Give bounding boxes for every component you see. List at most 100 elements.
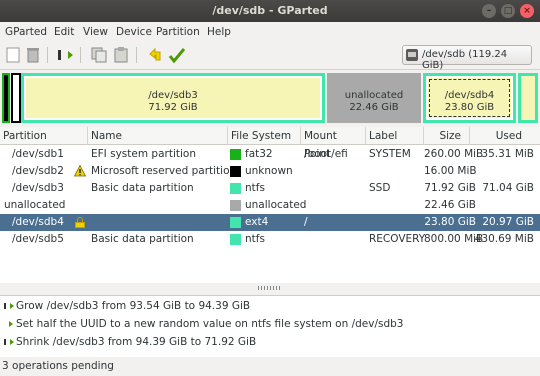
undo-icon[interactable] bbox=[146, 46, 164, 64]
menu-edit[interactable]: Edit bbox=[54, 26, 74, 38]
cell-name: Basic data partition bbox=[91, 233, 194, 245]
cell-partition: /dev/sdb2 bbox=[12, 165, 64, 177]
title-bar: /dev/sdb - GParted – □ × bbox=[0, 0, 540, 22]
device-name: /dev/sdb bbox=[422, 49, 466, 60]
cell-size: 23.80 GiB bbox=[424, 216, 476, 228]
fs-color-swatch bbox=[230, 217, 241, 228]
partition-table: Partition Name File System Mount Point L… bbox=[0, 127, 540, 283]
partition-block-sdb2[interactable] bbox=[11, 73, 21, 123]
cell-size: 800.00 MiB bbox=[424, 233, 484, 245]
partition-block-unallocated[interactable]: unallocated 22.46 GiB bbox=[327, 73, 421, 123]
maximize-button[interactable]: □ bbox=[501, 4, 515, 18]
fs-color-swatch bbox=[230, 234, 241, 245]
menu-device[interactable]: Device bbox=[116, 26, 152, 38]
column-header-used[interactable]: Used bbox=[470, 127, 540, 145]
partition-block-name: unallocated bbox=[344, 90, 404, 101]
cell-name: Microsoft reserved partition bbox=[91, 165, 237, 177]
cell-filesystem: ext4 bbox=[245, 216, 269, 228]
menu-gparted[interactable]: GParted bbox=[5, 26, 47, 38]
new-partition-icon[interactable] bbox=[4, 46, 22, 64]
resize-move-icon bbox=[4, 303, 14, 309]
cell-partition: /dev/sdb3 bbox=[12, 182, 64, 194]
warning-icon bbox=[74, 165, 86, 177]
cell-mountpoint: /boot/efi bbox=[304, 148, 348, 160]
resize-move-icon bbox=[4, 339, 14, 345]
cell-used bbox=[470, 197, 534, 214]
operation-text: Grow /dev/sdb3 from 93.54 GiB to 94.39 G… bbox=[16, 300, 251, 312]
cell-filesystem: unknown bbox=[245, 165, 293, 177]
partition-block-sdb5[interactable] bbox=[518, 73, 538, 123]
drive-icon bbox=[406, 49, 418, 61]
table-header: Partition Name File System Mount Point L… bbox=[0, 127, 540, 160]
device-selector[interactable]: /dev/sdb (119.24 GiB) bbox=[402, 45, 532, 71]
cell-filesystem: fat32 bbox=[245, 148, 273, 160]
partition-block-sdb3[interactable]: /dev/sdb3 71.92 GiB bbox=[21, 73, 325, 123]
apply-icon[interactable] bbox=[168, 46, 186, 64]
divider-grip[interactable] bbox=[258, 286, 282, 290]
pane-divider[interactable] bbox=[0, 283, 540, 293]
cell-partition: /dev/sdb4 bbox=[12, 216, 64, 228]
partition-block-name: /dev/sdb4 bbox=[444, 90, 495, 101]
column-header-filesystem[interactable]: File System bbox=[228, 127, 301, 145]
cell-used: 35.31 MiB bbox=[481, 148, 534, 160]
cell-name: EFI system partition bbox=[91, 148, 196, 160]
table-row[interactable]: /dev/sdb5 Basic data partition ntfs RECO… bbox=[0, 231, 540, 248]
toolbar-separator bbox=[47, 47, 48, 63]
column-header-partition[interactable]: Partition bbox=[0, 127, 88, 145]
operation-text: Set half the UUID to a new random value … bbox=[16, 318, 404, 330]
paste-icon[interactable] bbox=[112, 46, 130, 64]
table-row[interactable]: unallocated unallocated 22.46 GiB bbox=[0, 197, 540, 214]
menu-bar: GParted Edit View Device Partition Help bbox=[0, 22, 540, 42]
column-header-mountpoint[interactable]: Mount Point bbox=[301, 127, 366, 160]
cell-used: 71.04 GiB bbox=[482, 182, 534, 194]
cell-label: RECOVERY bbox=[369, 233, 426, 245]
cell-used: 430.69 MiB bbox=[474, 233, 534, 245]
resize-move-icon[interactable] bbox=[56, 46, 74, 64]
partition-map: /dev/sdb3 71.92 GiB unallocated 22.46 Gi… bbox=[0, 71, 540, 127]
minimize-button[interactable]: – bbox=[482, 4, 496, 18]
status-text: 3 operations pending bbox=[2, 360, 114, 372]
partition-block-size: 23.80 GiB bbox=[444, 102, 495, 113]
copy-icon[interactable] bbox=[90, 46, 108, 64]
fs-color-swatch bbox=[230, 149, 241, 160]
cell-size: 22.46 GiB bbox=[424, 199, 476, 211]
table-row[interactable]: /dev/sdb1 EFI system partition fat32 /bo… bbox=[0, 146, 540, 163]
pending-operations-list: Grow /dev/sdb3 from 93.54 GiB to 94.39 G… bbox=[0, 295, 540, 357]
partition-block-size: 22.46 GiB bbox=[349, 102, 399, 113]
menu-partition[interactable]: Partition bbox=[156, 26, 200, 38]
status-bar: 3 operations pending bbox=[0, 357, 540, 376]
toolbar: /dev/sdb (119.24 GiB) bbox=[0, 42, 540, 71]
cell-filesystem: ntfs bbox=[245, 182, 265, 194]
cell-label: SSD bbox=[369, 182, 391, 194]
column-header-name[interactable]: Name bbox=[88, 127, 228, 145]
cell-partition: /dev/sdb5 bbox=[12, 233, 64, 245]
table-row[interactable]: /dev/sdb2 Microsoft reserved partition u… bbox=[0, 163, 540, 180]
close-button[interactable]: × bbox=[520, 4, 534, 18]
fs-color-swatch bbox=[230, 183, 241, 194]
cell-used bbox=[470, 163, 534, 180]
cell-mountpoint: / bbox=[304, 216, 308, 228]
cell-name: Basic data partition bbox=[91, 182, 194, 194]
partition-block-sdb4[interactable]: /dev/sdb4 23.80 GiB bbox=[423, 73, 516, 123]
toolbar-separator bbox=[136, 47, 137, 63]
column-header-size[interactable]: Size bbox=[424, 127, 470, 145]
cell-partition: /dev/sdb1 bbox=[12, 148, 64, 160]
fs-color-swatch bbox=[230, 166, 241, 177]
window-title: /dev/sdb - GParted bbox=[212, 4, 328, 17]
delete-partition-icon[interactable] bbox=[24, 46, 42, 64]
column-header-label[interactable]: Label bbox=[366, 127, 424, 145]
operation-text: Shrink /dev/sdb3 from 94.39 GiB to 71.92… bbox=[16, 336, 257, 348]
cell-size: 71.92 GiB bbox=[424, 182, 476, 194]
arrow-icon bbox=[5, 321, 13, 327]
cell-filesystem: unallocated bbox=[245, 199, 307, 211]
table-row-selected[interactable]: /dev/sdb4 ext4 / 23.80 GiB 20.97 GiB bbox=[0, 214, 540, 231]
menu-help[interactable]: Help bbox=[207, 26, 231, 38]
menu-view[interactable]: View bbox=[83, 26, 108, 38]
cell-filesystem: ntfs bbox=[245, 233, 265, 245]
partition-block-size: 71.92 GiB bbox=[148, 102, 198, 113]
table-row[interactable]: /dev/sdb3 Basic data partition ntfs SSD … bbox=[0, 180, 540, 197]
cell-size: 260.00 MiB bbox=[424, 148, 484, 160]
toolbar-separator bbox=[80, 47, 81, 63]
partition-block-sdb1[interactable] bbox=[2, 73, 10, 123]
cell-label: SYSTEM bbox=[369, 148, 411, 160]
